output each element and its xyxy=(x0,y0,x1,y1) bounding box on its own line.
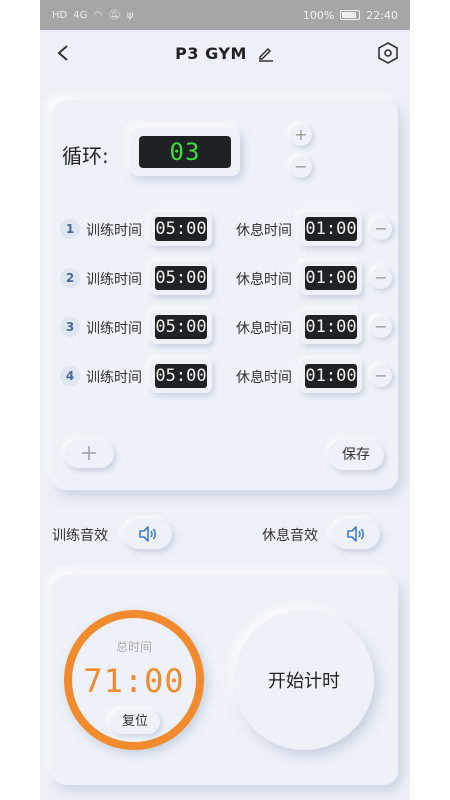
cycle-value: 03 xyxy=(139,136,231,168)
round-index: 2 xyxy=(60,268,80,288)
train-time-field[interactable]: 05:00 xyxy=(150,359,212,393)
rest-sound-label: 休息音效 xyxy=(262,528,318,544)
status-time: 22:40 xyxy=(366,8,398,22)
round-index: 3 xyxy=(60,317,80,337)
timer-card: 总时间 71:00 复位 开始计时 xyxy=(52,575,398,785)
page-title: P3 GYM xyxy=(175,43,247,63)
signal-icon: 4G xyxy=(73,9,88,21)
train-time-label: 训练时间 xyxy=(86,370,142,386)
train-time-value: 05:00 xyxy=(155,315,207,339)
rest-time-label: 休息时间 xyxy=(236,272,292,288)
cycle-display[interactable]: 03 xyxy=(130,128,240,176)
start-timer-button[interactable]: 开始计时 xyxy=(234,610,374,750)
rest-time-label: 休息时间 xyxy=(236,321,292,337)
rest-time-label: 休息时间 xyxy=(236,223,292,239)
train-time-label: 训练时间 xyxy=(86,223,142,239)
chevron-left-icon xyxy=(57,45,68,61)
speaker-icon xyxy=(347,526,365,542)
app-screen: HD 4G ◠ 🔕︎ ψ 100% 22:40 P3 GYM 循环: 03 + … xyxy=(40,0,410,800)
cycle-increment-button[interactable]: + xyxy=(290,124,312,146)
train-sound-toggle[interactable] xyxy=(124,519,172,549)
rest-time-value: 01:00 xyxy=(305,315,357,339)
rest-time-field[interactable]: 01:00 xyxy=(300,359,362,393)
rest-time-value: 01:00 xyxy=(305,266,357,290)
cycle-decrement-button[interactable]: − xyxy=(290,156,312,178)
round-index: 4 xyxy=(60,366,80,386)
rest-time-field[interactable]: 01:00 xyxy=(300,261,362,295)
train-time-value: 05:00 xyxy=(155,266,207,290)
round-index: 1 xyxy=(60,219,80,239)
edit-icon[interactable] xyxy=(257,44,275,62)
train-time-field[interactable]: 05:00 xyxy=(150,310,212,344)
speaker-icon xyxy=(139,526,157,542)
train-time-value: 05:00 xyxy=(155,364,207,388)
rounds-config-card: 循环: 03 + − 1 训练时间 05:00 休息时间 01:00 − 2 训… xyxy=(52,100,398,490)
train-time-field[interactable]: 05:00 xyxy=(150,212,212,246)
round-row: 1 训练时间 05:00 休息时间 01:00 − xyxy=(60,212,392,246)
hd-icon: HD xyxy=(52,9,68,21)
train-time-value: 05:00 xyxy=(155,217,207,241)
save-button[interactable]: 保存 xyxy=(328,440,384,470)
mute-icon: 🔕︎ xyxy=(108,9,121,21)
rest-time-field[interactable]: 01:00 xyxy=(300,212,362,246)
add-round-button[interactable]: + xyxy=(64,440,114,468)
start-timer-label: 开始计时 xyxy=(268,671,340,692)
usb-icon: ψ xyxy=(126,9,134,21)
rest-time-value: 01:00 xyxy=(305,217,357,241)
total-time-label: 总时间 xyxy=(115,640,152,654)
remove-round-button[interactable]: − xyxy=(370,316,392,338)
battery-icon xyxy=(340,10,361,20)
round-row: 2 训练时间 05:00 休息时间 01:00 − xyxy=(60,261,392,295)
round-row: 3 训练时间 05:00 休息时间 01:00 − xyxy=(60,310,392,344)
rest-time-label: 休息时间 xyxy=(236,370,292,386)
train-time-field[interactable]: 05:00 xyxy=(150,261,212,295)
rest-sound-toggle[interactable] xyxy=(332,519,380,549)
remove-round-button[interactable]: − xyxy=(370,365,392,387)
train-sound-label: 训练音效 xyxy=(52,528,108,544)
reset-button[interactable]: 复位 xyxy=(110,710,160,734)
cycle-label: 循环: xyxy=(62,144,109,168)
back-button[interactable] xyxy=(50,40,76,66)
nav-bar: P3 GYM xyxy=(40,30,410,76)
round-row: 4 训练时间 05:00 休息时间 01:00 − xyxy=(60,359,392,393)
train-time-label: 训练时间 xyxy=(86,272,142,288)
battery-percent: 100% xyxy=(302,8,335,22)
status-bar: HD 4G ◠ 🔕︎ ψ 100% 22:40 xyxy=(40,0,410,30)
total-time-value: 71:00 xyxy=(83,662,185,700)
rest-time-value: 01:00 xyxy=(305,364,357,388)
settings-hexagon-icon[interactable] xyxy=(376,41,400,65)
rest-time-field[interactable]: 01:00 xyxy=(300,310,362,344)
remove-round-button[interactable]: − xyxy=(370,267,392,289)
train-time-label: 训练时间 xyxy=(86,321,142,337)
remove-round-button[interactable]: − xyxy=(370,218,392,240)
total-time-ring: 总时间 71:00 复位 xyxy=(64,610,204,750)
wifi-icon: ◠ xyxy=(93,9,103,21)
